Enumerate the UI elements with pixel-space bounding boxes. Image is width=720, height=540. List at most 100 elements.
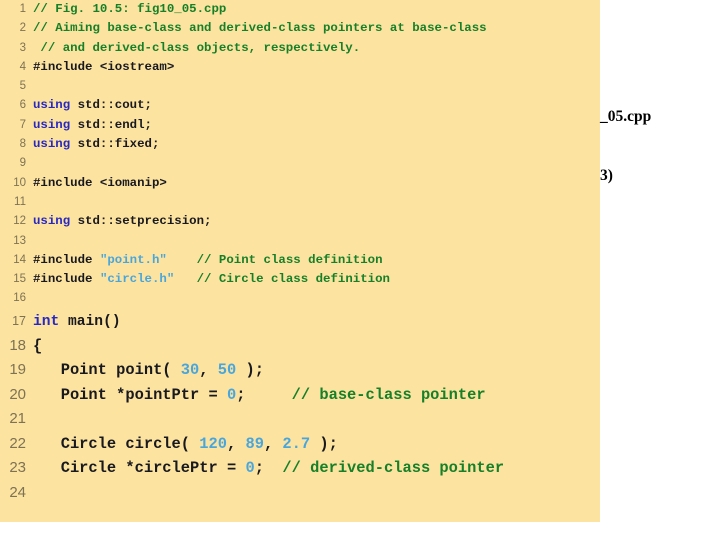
line-number: 23 [9, 459, 26, 477]
code-line: 24 [0, 481, 600, 506]
code-text: // and derived-class objects, respective… [33, 39, 600, 58]
code-token-comment: // Circle class definition [196, 272, 390, 287]
code-token-number: 0 [245, 459, 255, 478]
code-line: 7 using std::endl; [0, 116, 600, 135]
code-line: 16 [0, 289, 600, 308]
code-token-plain: , [226, 434, 246, 453]
code-token-preprocessor: #include [33, 252, 93, 267]
code-text: using std::cout; [33, 96, 600, 115]
code-token-keyword: int [33, 313, 60, 330]
code-text: Circle circle( 120, 89, 2.7 ); [33, 433, 600, 457]
line-number: 11 [14, 195, 26, 208]
code-token-comment: // and derived-class objects, respective… [33, 40, 361, 55]
code-token-plain: std::endl; [70, 117, 152, 132]
code-text: using std::setprecision; [33, 212, 600, 231]
line-number: 7 [19, 118, 26, 131]
code-token-preprocessor: #include [33, 59, 93, 74]
line-number: 6 [19, 99, 26, 112]
line-number: 24 [9, 483, 26, 501]
code-token-keyword: using [33, 214, 71, 229]
code-line: 18 { [0, 334, 600, 359]
line-number: 4 [19, 60, 26, 73]
code-line: 4 #include <iostream> [0, 58, 600, 77]
code-line: 11 [0, 193, 600, 212]
code-token-keyword: using [33, 117, 71, 132]
code-text: Point point( 30, 50 ); [33, 359, 600, 383]
code-line: 21 [0, 407, 600, 432]
code-token-string: "point.h" [99, 252, 167, 267]
code-token-number: 2.7 [282, 434, 311, 453]
overlay-caption-line-2: 3) [600, 166, 613, 184]
code-text: #include "circle.h" // Circle class defi… [33, 270, 600, 289]
code-text: Point *pointPtr = 0; // base-class point… [33, 384, 600, 408]
code-line: 13 [0, 232, 600, 251]
code-token-number: 0 [226, 385, 237, 404]
code-line: 1 // Fig. 10.5: fig10_05.cpp [0, 0, 600, 19]
code-text: // Aiming base-class and derived-class p… [33, 19, 600, 38]
code-line: 19 Point point( 30, 50 ); [0, 358, 600, 383]
code-token-plain: ); [310, 434, 338, 453]
code-token-preprocessor: #include [33, 175, 93, 190]
code-line: 6 using std::cout; [0, 96, 600, 115]
code-token-plain: std::cout; [70, 98, 152, 113]
code-token-keyword: using [33, 137, 71, 152]
code-token-number: 50 [217, 361, 237, 380]
code-text: #include <iostream> [33, 58, 600, 77]
code-token-plain: ); [236, 361, 264, 380]
line-number: 2 [19, 22, 26, 35]
code-token-comment: // Point class definition [196, 252, 383, 267]
code-token-keyword: using [33, 98, 71, 113]
code-token-plain: <iomanip> [92, 175, 167, 190]
code-token-plain: Point point( [33, 361, 181, 380]
line-number: 9 [19, 157, 26, 170]
code-line-list: 1 // Fig. 10.5: fig10_05.cpp 2 // Aiming ba… [0, 0, 600, 505]
code-text: #include <iomanip> [33, 174, 600, 193]
code-line: 23 Circle *circlePtr = 0; // derived-cla… [0, 456, 600, 481]
code-token-number: 30 [180, 361, 200, 380]
line-number: 12 [13, 215, 26, 228]
line-number: 21 [9, 410, 26, 428]
code-line: 22 Circle circle( 120, 89, 2.7 ); [0, 432, 600, 457]
code-token-plain: Circle *circlePtr = [33, 459, 246, 478]
code-line: 2 // Aiming base-class and derived-class … [0, 19, 600, 38]
overlay-caption: _05.cpp 3) [600, 68, 720, 205]
line-number: 18 [9, 336, 26, 354]
code-line: 15 #include "circle.h" // Circle class de… [0, 270, 600, 289]
code-token-plain: , [199, 361, 218, 380]
line-number: 19 [9, 361, 26, 379]
code-token-plain: { [33, 336, 43, 355]
code-line: 12 using std::setprecision; [0, 212, 600, 231]
line-number: 5 [19, 80, 26, 93]
line-number: 10 [13, 176, 26, 189]
code-token-comment: // derived-class pointer [282, 459, 505, 478]
line-number: 14 [13, 253, 26, 266]
code-line: 20 Point *pointPtr = 0; // base-class po… [0, 383, 600, 408]
code-line: 3 // and derived-class objects, respecti… [0, 39, 600, 58]
code-token-comment: // base-class pointer [291, 385, 486, 404]
code-token-plain: <iostream> [92, 59, 175, 74]
code-token-plain: ; [254, 459, 283, 478]
code-token-number: 120 [199, 434, 227, 453]
code-token-string: "circle.h" [99, 272, 175, 287]
line-number: 16 [13, 292, 26, 305]
code-text: using std::endl; [33, 116, 600, 135]
code-token-plain: std::setprecision; [70, 214, 212, 229]
line-number: 3 [19, 41, 26, 54]
line-number: 20 [9, 385, 26, 403]
code-token-comment: // Aiming base-class and derived-class p… [33, 21, 487, 36]
code-text: int main() [33, 310, 600, 334]
code-token-plain: std::fixed; [70, 137, 160, 152]
code-line: 14 #include "point.h" // Point class defi… [0, 251, 600, 270]
code-line: 9 [0, 154, 600, 173]
code-token-preprocessor: #include [33, 272, 93, 287]
